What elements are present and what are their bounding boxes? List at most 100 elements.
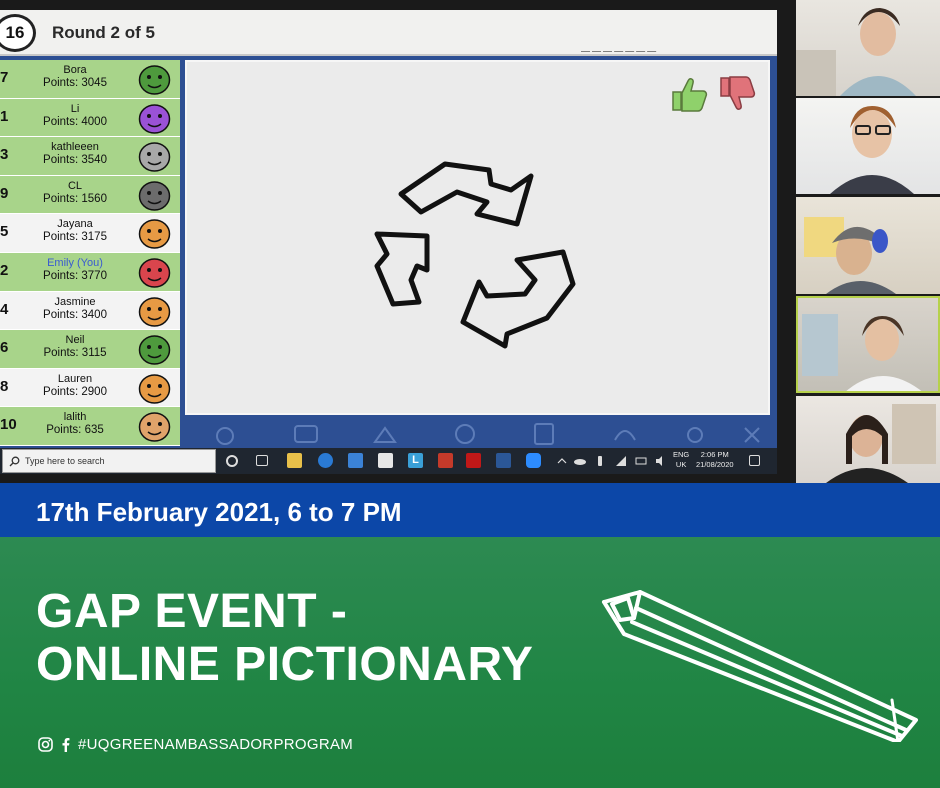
word-hint: _______ — [581, 34, 659, 52]
player-rank: 10 — [0, 416, 17, 434]
drawing-canvas[interactable] — [185, 60, 770, 415]
player-points: Points: 2900 — [43, 385, 107, 398]
player-avatar-icon — [138, 296, 171, 327]
player-avatar-icon — [138, 142, 171, 172]
windows-taskbar: Type here to search L ENG UK 2:06 PM 21/08… — [0, 448, 777, 474]
player-row[interactable]: 3 kathleeen Points: 3540 — [0, 137, 180, 176]
lang-code: ENG — [673, 450, 690, 459]
player-points: Points: 3175 — [43, 231, 107, 244]
event-date: 17th February 2021, 6 to 7 PM — [36, 497, 402, 527]
player-points: Points: 3045 — [43, 77, 107, 89]
zoom-icon[interactable] — [526, 453, 541, 468]
edge-browser-icon[interactable] — [318, 453, 333, 468]
app-l-icon[interactable]: L — [408, 453, 423, 468]
taskbar-search-box[interactable]: Type here to search — [2, 449, 216, 473]
player-name: Emily (You) — [47, 256, 103, 269]
player-name: kathleeen — [51, 141, 99, 154]
player-rank: 8 — [0, 377, 9, 395]
taskbar-search-placeholder: Type here to search — [25, 456, 105, 466]
taskbar-language[interactable]: ENG UK — [673, 450, 689, 470]
store-icon[interactable] — [378, 453, 393, 468]
video-call-screen: 16 Round 2 of 5 _______ 7 Bora Points: 304… — [0, 0, 795, 483]
participant-video-2[interactable] — [796, 98, 940, 194]
event-poster: 16 Round 2 of 5 _______ 7 Bora Points: 304… — [0, 0, 940, 788]
recycle-symbol-drawing — [374, 161, 576, 349]
thumbs-down-icon[interactable] — [717, 76, 757, 112]
player-row[interactable]: 5 Jayana Points: 3175 — [0, 214, 180, 253]
player-points: Points: 3400 — [43, 308, 107, 321]
player-points: Points: 4000 — [43, 115, 107, 128]
app-red-icon[interactable] — [438, 453, 453, 468]
player-rank: 4 — [0, 300, 9, 318]
mcafee-icon[interactable] — [466, 453, 481, 468]
task-view-icon[interactable] — [256, 455, 268, 466]
mail-icon[interactable] — [348, 453, 363, 468]
player-row[interactable]: 6 Neil Points: 3115 — [0, 330, 180, 369]
player-row[interactable]: 8 Lauren Points: 2900 — [0, 368, 180, 408]
lang-region: UK — [675, 460, 687, 469]
player-avatar-icon — [138, 103, 171, 134]
player-avatar-icon — [138, 258, 171, 288]
player-name: Li — [70, 102, 80, 115]
player-avatar-icon — [138, 412, 171, 443]
player-name: CL — [67, 179, 83, 192]
word-icon[interactable] — [496, 453, 511, 468]
player-row[interactable]: 1 Li Points: 4000 — [0, 98, 180, 138]
player-avatar-icon — [138, 374, 171, 404]
facebook-icon[interactable] — [61, 737, 70, 752]
player-row[interactable]: 2 Emily (You) Points: 3770 — [0, 252, 180, 292]
player-rank: 5 — [0, 223, 9, 241]
player-name: Jasmine — [54, 295, 96, 308]
cortana-icon[interactable] — [226, 455, 238, 467]
background-doodles — [216, 423, 760, 445]
event-date-bar: 17th February 2021, 6 to 7 PM — [0, 483, 940, 537]
participant-video-1[interactable] — [796, 0, 940, 96]
participant-figure — [804, 217, 896, 294]
player-points: Points: 1560 — [43, 192, 107, 205]
player-avatar-icon — [138, 335, 171, 365]
pictionary-game-window: 16 Round 2 of 5 _______ 7 Bora Points: 304… — [0, 10, 777, 448]
player-rank: 3 — [0, 146, 9, 164]
round-timer: 16 — [0, 14, 36, 52]
clock-date: 21/08/2020 — [696, 460, 734, 469]
player-rank: 2 — [0, 261, 9, 279]
player-rank: 9 — [0, 184, 9, 202]
player-name: Lauren — [57, 372, 93, 385]
player-name: Bora — [63, 64, 87, 76]
event-title-line-2: ONLINE PICTIONARY — [36, 638, 534, 691]
system-tray-icons[interactable] — [556, 454, 668, 468]
event-title-line-1: GAP EVENT - — [36, 585, 348, 638]
hashtag[interactable]: #UQGREENAMBASSADORPROGRAM — [78, 736, 353, 753]
participant-video-5[interactable] — [796, 396, 940, 483]
taskbar-clock[interactable]: 2:06 PM 21/08/2020 — [696, 450, 734, 470]
participant-figure — [826, 404, 936, 483]
player-avatar-icon — [138, 181, 171, 211]
player-name: lalith — [63, 411, 87, 424]
game-header: 16 Round 2 of 5 _______ — [0, 10, 777, 56]
player-points: Points: 635 — [46, 424, 104, 437]
thumbs-up-icon[interactable] — [669, 76, 709, 112]
pencil-illustration — [602, 590, 918, 742]
player-row[interactable]: 9 CL Points: 1560 — [0, 175, 180, 215]
player-rank: 7 — [0, 69, 9, 86]
instagram-icon[interactable] — [38, 737, 53, 752]
participant-video-3[interactable] — [796, 197, 940, 294]
event-title-panel: GAP EVENT - ONLINE PICTIONARY #UQGREENAM… — [0, 537, 940, 788]
player-points: Points: 3540 — [43, 154, 107, 167]
social-row: #UQGREENAMBASSADORPROGRAM — [38, 736, 353, 753]
notification-icon[interactable] — [749, 455, 760, 466]
search-icon — [9, 456, 20, 467]
player-avatar-icon — [138, 219, 171, 250]
player-row[interactable]: 7 Bora Points: 3045 — [0, 60, 180, 99]
player-name: Neil — [65, 334, 85, 347]
file-explorer-icon[interactable] — [287, 453, 302, 468]
player-points: Points: 3770 — [43, 269, 107, 282]
player-avatar-icon — [138, 65, 171, 95]
player-list: 7 Bora Points: 3045 1 Li Points: 4000 3 kathlee… — [0, 60, 180, 448]
participant-video-4-active-speaker[interactable] — [796, 296, 940, 393]
clock-time: 2:06 PM — [700, 450, 729, 459]
player-row[interactable]: 10 lalith Points: 635 — [0, 407, 180, 446]
participant-figure — [830, 106, 914, 194]
player-row[interactable]: 4 Jasmine Points: 3400 — [0, 291, 180, 331]
participant-figure — [802, 314, 924, 393]
